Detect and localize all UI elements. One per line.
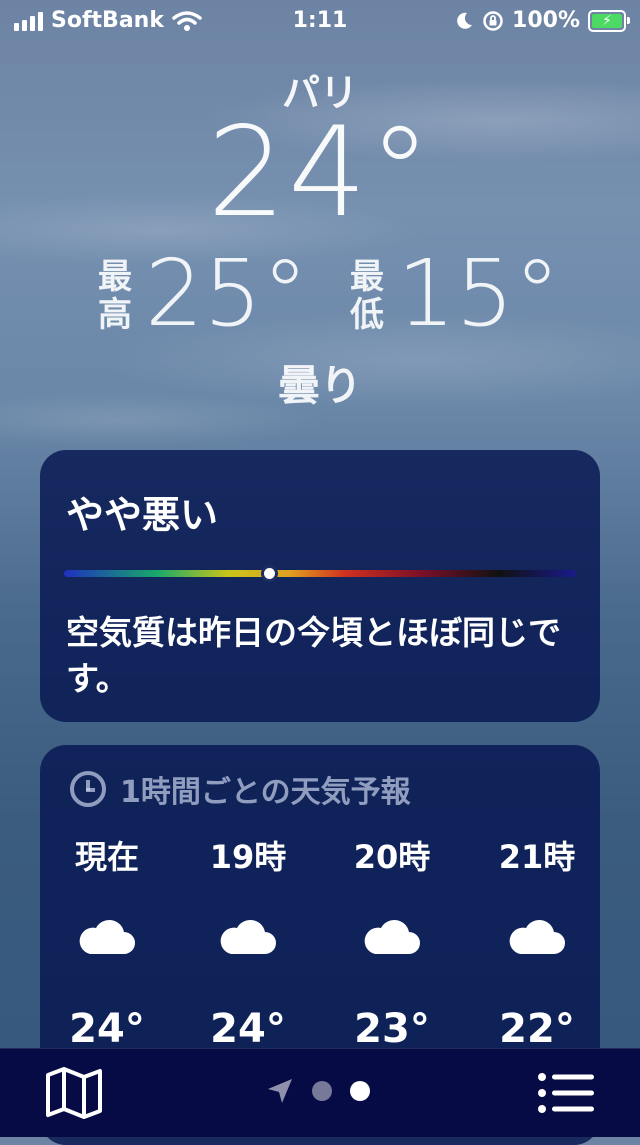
hourly-temperature: 24° bbox=[69, 1006, 145, 1052]
map-icon[interactable] bbox=[44, 1067, 104, 1119]
hourly-item: 20時 23° bbox=[327, 833, 457, 1053]
low-temperature: 15° bbox=[397, 240, 561, 347]
hourly-item: 21時 22° bbox=[472, 833, 602, 1053]
clock-icon bbox=[70, 771, 106, 807]
air-quality-indicator bbox=[260, 565, 278, 582]
bottom-toolbar bbox=[0, 1048, 640, 1137]
hourly-temperature: 22° bbox=[499, 1006, 575, 1052]
hourly-header: 1時間ごとの天気予報 bbox=[70, 767, 411, 811]
hourly-item: 19時 24° bbox=[183, 833, 313, 1053]
page-dot-active[interactable] bbox=[350, 1081, 370, 1101]
cloud-icon bbox=[327, 881, 457, 991]
page-indicator bbox=[266, 1077, 370, 1105]
moon-icon bbox=[457, 12, 473, 29]
air-quality-card[interactable]: やや悪い 空気質は昨日の今頃とほぼ同じです。 bbox=[40, 450, 600, 722]
air-quality-scale bbox=[64, 570, 576, 577]
rotation-lock-icon bbox=[483, 10, 503, 31]
air-quality-description: 空気質は昨日の今頃とほぼ同じです。 bbox=[66, 613, 561, 698]
current-temperature: 24° bbox=[207, 101, 433, 245]
status-bar: SoftBank 1:11 100% ⚡ bbox=[0, 0, 640, 42]
hourly-time: 現在 bbox=[74, 838, 139, 876]
cloud-icon bbox=[42, 881, 172, 991]
cloud-icon bbox=[183, 881, 313, 991]
hourly-title: 1時間ごとの天気予報 bbox=[120, 775, 411, 810]
battery-percent: 100% bbox=[512, 8, 580, 33]
high-low: 最高 25° 最低 15° bbox=[95, 246, 560, 346]
list-icon[interactable] bbox=[536, 1069, 596, 1117]
page-dot[interactable] bbox=[312, 1081, 332, 1101]
air-quality-title: やや悪い bbox=[66, 493, 219, 537]
hourly-temperature: 23° bbox=[354, 1006, 430, 1052]
high-label: 最高 bbox=[98, 257, 132, 335]
hourly-time: 21時 bbox=[498, 838, 576, 876]
hourly-time: 19時 bbox=[209, 838, 287, 876]
cloud-icon bbox=[472, 881, 602, 991]
weather-condition: 曇り bbox=[277, 361, 362, 410]
location-arrow-icon[interactable] bbox=[266, 1077, 294, 1105]
high-temperature: 25° bbox=[145, 240, 309, 347]
hourly-time: 20時 bbox=[353, 838, 431, 876]
battery-icon: ⚡ bbox=[588, 9, 630, 32]
low-label: 最低 bbox=[350, 257, 384, 335]
hourly-item: 現在 24° bbox=[42, 833, 172, 1053]
hourly-temperature: 24° bbox=[210, 1006, 286, 1052]
